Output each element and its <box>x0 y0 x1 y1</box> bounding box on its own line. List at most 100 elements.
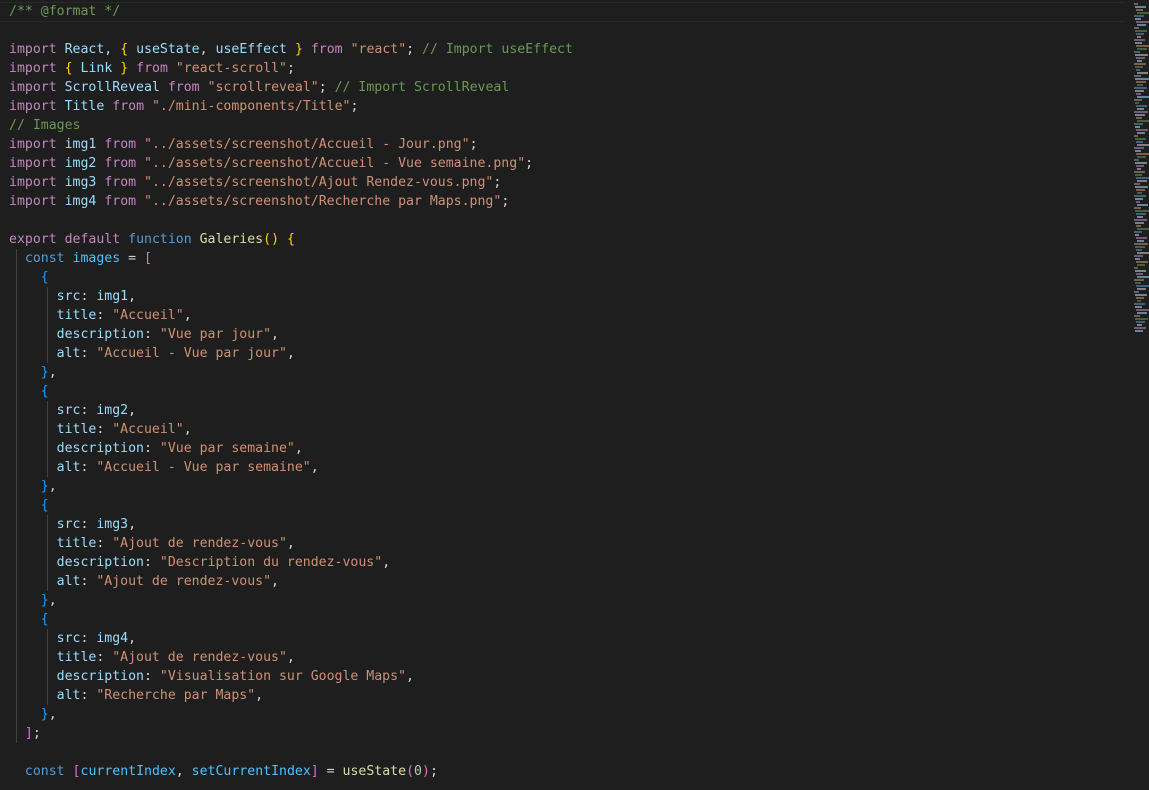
minimap-line <box>1134 207 1141 209</box>
code-line[interactable]: /** @format */ <box>0 2 1129 22</box>
code-line[interactable]: { <box>9 268 1129 287</box>
minimap-line <box>1134 171 1145 173</box>
code-token: , <box>183 422 192 437</box>
code-token: alt <box>56 460 81 475</box>
code-line[interactable]: title: "Accueil", <box>9 306 1129 325</box>
code-line[interactable]: title: "Ajout de rendez-vous", <box>9 648 1129 667</box>
code-line[interactable]: alt: "Accueil - Vue par jour", <box>9 344 1129 363</box>
indent-guide <box>16 477 17 496</box>
code-line[interactable] <box>9 743 1129 762</box>
indent-guide <box>47 325 48 344</box>
code-line[interactable]: }, <box>9 477 1129 496</box>
code-line[interactable]: }, <box>9 363 1129 382</box>
minimap-line <box>1137 276 1149 278</box>
code-token: , <box>294 441 303 456</box>
minimap-line <box>1135 102 1139 104</box>
code-line[interactable]: { <box>9 496 1129 515</box>
code-line[interactable]: const [currentIndex, setCurrentIndex] = … <box>9 762 1129 781</box>
code-token: : <box>96 308 113 323</box>
code-line[interactable]: import img1 from "../assets/screenshot/A… <box>9 135 1129 154</box>
code-token: , <box>183 308 192 323</box>
code-line[interactable]: import img2 from "../assets/screenshot/A… <box>9 154 1129 173</box>
code-token: , <box>406 669 414 684</box>
code-line[interactable] <box>9 21 1129 40</box>
code-line[interactable]: src: img1, <box>9 287 1129 306</box>
code-line[interactable]: const images = [ <box>9 249 1129 268</box>
code-line[interactable]: import img4 from "../assets/screenshot/R… <box>9 192 1129 211</box>
code-line[interactable]: description: "Vue par semaine", <box>9 439 1129 458</box>
code-token: : <box>96 422 113 437</box>
code-token: alt <box>56 346 81 361</box>
code-editor[interactable]: /** @format */ import React, { useState, … <box>0 0 1149 790</box>
code-line[interactable]: // Images <box>9 116 1129 135</box>
minimap-line <box>1135 270 1146 272</box>
minimap-line <box>1135 258 1140 260</box>
code-token: useState <box>136 42 200 57</box>
code-token: , <box>128 403 137 418</box>
code-token: : <box>143 555 160 570</box>
code-token: img4 <box>96 631 129 646</box>
indent-guide <box>16 344 17 363</box>
code-line[interactable]: }, <box>9 591 1129 610</box>
code-line[interactable]: alt: "Accueil - Vue par semaine", <box>9 458 1129 477</box>
code-token: { <box>40 498 49 513</box>
code-line[interactable]: ]; <box>9 724 1129 743</box>
code-line[interactable]: src: img2, <box>9 401 1129 420</box>
code-token: "../assets/screenshot/Recherche par Maps… <box>144 194 502 209</box>
code-line[interactable]: import img3 from "../assets/screenshot/A… <box>9 173 1129 192</box>
minimap-line <box>1137 168 1141 170</box>
code-line[interactable]: import ScrollReveal from "scrollreveal";… <box>9 78 1129 97</box>
minimap-line <box>1134 3 1138 5</box>
code-line[interactable]: title: "Accueil", <box>9 420 1129 439</box>
code-line[interactable]: alt: "Ajout de rendez-vous", <box>9 572 1129 591</box>
minimap-line <box>1137 72 1148 74</box>
minimap-line <box>1136 201 1140 203</box>
code-line[interactable]: src: img3, <box>9 515 1129 534</box>
code-token: ] <box>24 726 33 741</box>
minimap-line <box>1136 45 1149 47</box>
code-line[interactable]: import { Link } from "react-scroll"; <box>9 59 1129 78</box>
minimap-line <box>1136 141 1143 143</box>
code-line[interactable]: description: "Description du rendez-vous… <box>9 553 1129 572</box>
code-token: Title <box>64 99 105 114</box>
code-line[interactable]: alt: "Recherche par Maps", <box>9 686 1129 705</box>
code-token: : <box>80 574 97 589</box>
minimap-line <box>1137 204 1148 206</box>
code-line[interactable]: import React, { useState, useEffect } fr… <box>9 40 1129 59</box>
code-token: : <box>96 536 113 551</box>
minimap-line <box>1136 105 1147 107</box>
indent-guide <box>16 363 17 382</box>
code-token: , <box>48 365 57 380</box>
code-line[interactable]: export default function Galeries() { <box>9 230 1129 249</box>
code-token: currentIndex <box>80 764 176 779</box>
code-line[interactable]: { <box>9 610 1129 629</box>
indent-guide <box>47 648 48 667</box>
minimap-line <box>1137 120 1149 122</box>
minimap-line <box>1136 81 1146 83</box>
indent-guide <box>16 553 17 572</box>
code-text-area[interactable]: /** @format */ import React, { useState, … <box>0 2 1129 781</box>
indent-guide <box>47 515 48 534</box>
code-token: , <box>271 327 279 342</box>
minimap-line <box>1134 159 1139 161</box>
code-line[interactable]: import Title from "./mini-components/Tit… <box>9 97 1129 116</box>
indent-guide <box>16 325 17 344</box>
code-token: useState <box>342 764 407 779</box>
code-line[interactable]: description: "Visualisation sur Google M… <box>9 667 1129 686</box>
minimap[interactable] <box>1133 0 1149 332</box>
code-line[interactable] <box>9 211 1129 230</box>
minimap-line <box>1137 180 1147 182</box>
code-line[interactable]: src: img4, <box>9 629 1129 648</box>
minimap-line <box>1137 300 1141 302</box>
minimap-line <box>1135 174 1142 176</box>
code-token: ; <box>501 194 510 209</box>
code-line[interactable]: }, <box>9 705 1129 724</box>
code-line[interactable]: description: "Vue par jour", <box>9 325 1129 344</box>
code-token: "Accueil - Vue par semaine" <box>96 460 311 475</box>
code-line[interactable]: title: "Ajout de rendez-vous", <box>9 534 1129 553</box>
code-line[interactable]: { <box>9 382 1129 401</box>
